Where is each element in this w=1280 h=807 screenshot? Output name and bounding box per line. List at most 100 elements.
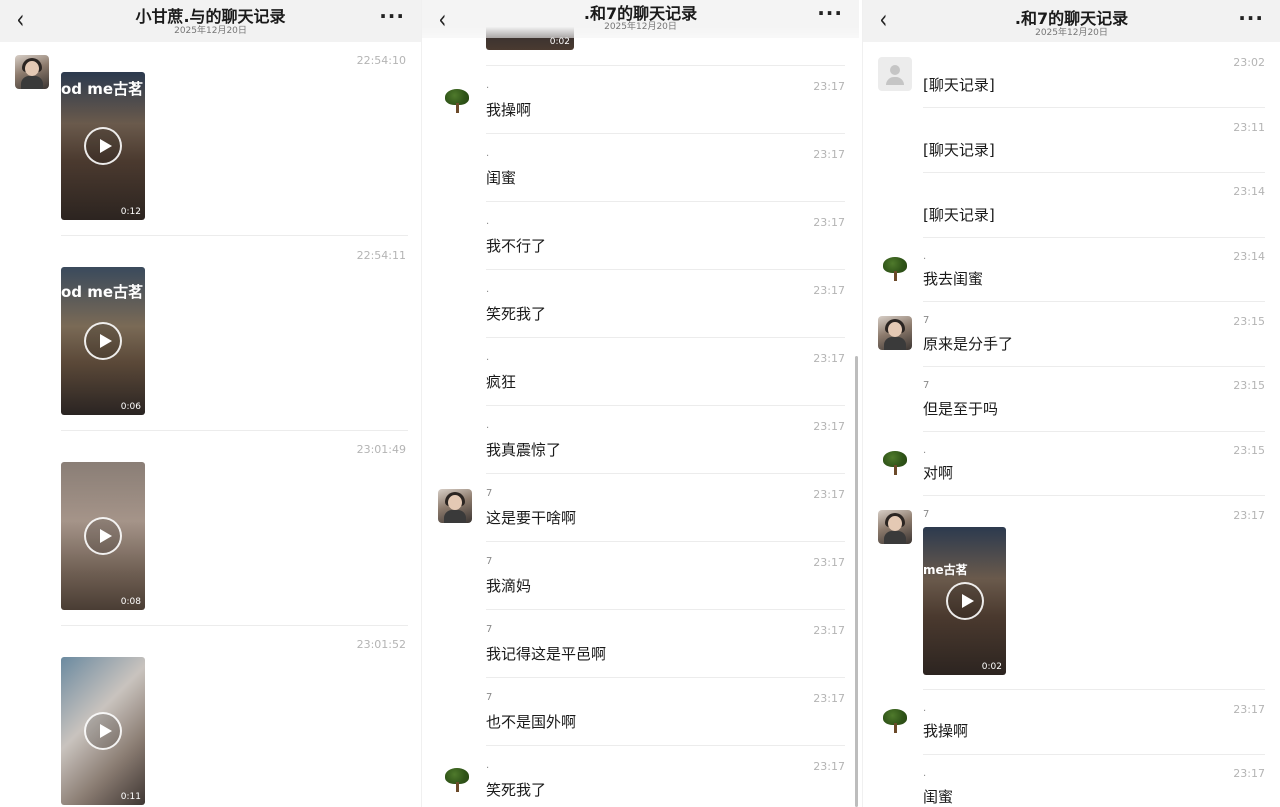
message-text: 原来是分手了 — [923, 335, 1014, 353]
video-duration: 0:11 — [120, 792, 141, 802]
sender-name: . — [923, 251, 927, 262]
avatar[interactable] — [15, 55, 49, 89]
play-icon[interactable] — [84, 322, 122, 360]
separator — [61, 235, 408, 236]
tree-avatar-icon[interactable] — [878, 252, 912, 286]
message-time: 23:15 — [1233, 444, 1265, 457]
play-icon[interactable] — [84, 517, 122, 555]
separator — [923, 237, 1265, 238]
sender-name: . — [923, 445, 927, 456]
message-text: 闺蜜 — [923, 788, 954, 806]
chat-date: 2025年12月20日 — [604, 22, 677, 32]
play-icon[interactable] — [945, 582, 984, 620]
video-message[interactable]: od me古茗 0:06 — [61, 267, 145, 415]
avatar[interactable] — [878, 510, 912, 544]
message-text: 这是要干啥啊 — [486, 509, 577, 527]
avatar[interactable] — [878, 316, 912, 350]
video-message[interactable]: od me古茗 0:12 — [61, 72, 145, 220]
tree-avatar-icon[interactable] — [878, 704, 912, 738]
separator — [923, 431, 1265, 432]
sender-name: 7 — [486, 692, 493, 703]
message-time: 23:01:52 — [356, 638, 406, 651]
shop-sign: od me古茗 — [61, 80, 144, 98]
tree-avatar-icon[interactable] — [878, 446, 912, 480]
sender-name: 7 — [923, 380, 930, 391]
message-time: 23:17 — [813, 284, 845, 297]
sender-name: . — [923, 768, 927, 779]
message-text: 我操啊 — [923, 722, 969, 740]
message-text: 我操啊 — [486, 101, 532, 119]
more-dots-icon[interactable]: ··· — [379, 4, 405, 28]
tree-avatar-icon[interactable] — [440, 763, 474, 797]
chat-header: ‹ 小甘蔗.与的聊天记录 2025年12月20日 ··· — [0, 0, 421, 42]
message-text: 笑死我了 — [486, 781, 547, 799]
sender-name: . — [486, 760, 490, 771]
video-duration: 0:08 — [120, 597, 141, 607]
sender-name: 7 — [486, 556, 493, 567]
chat-history-panel-2: 0:02 ‹ .和7的聊天记录 2025年12月20日 ··· . 23:17 … — [421, 0, 859, 807]
message-text: 对啊 — [923, 464, 954, 482]
separator — [486, 337, 845, 338]
message-text: 我不行了 — [486, 237, 547, 255]
play-icon[interactable] — [84, 712, 122, 750]
message-time: 23:17 — [813, 352, 845, 365]
separator — [923, 107, 1265, 108]
sender-name: . — [486, 80, 490, 91]
more-dots-icon[interactable]: ··· — [1238, 6, 1264, 30]
video-message[interactable]: me古茗 0:02 — [923, 527, 1006, 675]
video-message[interactable]: 0:11 — [61, 657, 145, 805]
chat-history-panel-3: ‹ .和7的聊天记录 2025年12月20日 ··· 23:02 [聊天记录] … — [862, 0, 1280, 807]
sender-name: 7 — [486, 488, 493, 499]
avatar[interactable] — [438, 489, 472, 523]
shop-sign: od me古茗 — [61, 283, 144, 301]
tree-avatar-icon[interactable] — [440, 84, 474, 118]
message-text: 笑死我了 — [486, 305, 547, 323]
message-time: 23:17 — [1233, 767, 1265, 780]
sender-name: . — [486, 284, 490, 295]
message-time: 23:14 — [1233, 250, 1265, 263]
message-time: 23:17 — [813, 760, 845, 773]
separator — [61, 625, 408, 626]
message-time: 23:17 — [813, 80, 845, 93]
play-icon[interactable] — [84, 127, 122, 165]
shop-sign: me古茗 — [923, 563, 968, 577]
separator — [486, 473, 845, 474]
video-duration: 0:12 — [120, 207, 141, 217]
message-time: 23:14 — [1233, 185, 1265, 198]
message-text: 也不是国外啊 — [486, 713, 577, 731]
message-time: 23:02 — [1233, 56, 1265, 69]
separator — [923, 172, 1265, 173]
sender-name: . — [486, 148, 490, 159]
message-time: 23:17 — [813, 692, 845, 705]
chat-record-link[interactable]: [聊天记录] — [923, 74, 995, 95]
more-dots-icon[interactable]: ··· — [817, 1, 843, 25]
chat-record-link[interactable]: [聊天记录] — [923, 139, 995, 160]
message-time: 23:17 — [813, 420, 845, 433]
sender-name: 7 — [923, 315, 930, 326]
separator — [923, 689, 1265, 690]
scrollbar[interactable] — [855, 356, 858, 807]
message-time: 23:17 — [813, 216, 845, 229]
separator — [486, 133, 845, 134]
separator — [923, 301, 1265, 302]
sender-name: 7 — [923, 509, 930, 520]
separator — [486, 269, 845, 270]
video-duration: 0:02 — [981, 662, 1002, 672]
message-time: 23:11 — [1233, 121, 1265, 134]
chat-record-link[interactable]: [聊天记录] — [923, 204, 995, 225]
message-text: 我真震惊了 — [486, 441, 562, 459]
sender-name: . — [486, 216, 490, 227]
default-avatar-icon[interactable] — [878, 57, 912, 91]
message-time: 23:15 — [1233, 315, 1265, 328]
message-text: 我滴妈 — [486, 577, 532, 595]
chat-history-panel-1: ‹ 小甘蔗.与的聊天记录 2025年12月20日 ··· 22:54:10 od… — [0, 0, 421, 807]
message-time: 23:17 — [813, 148, 845, 161]
message-time: 23:01:49 — [356, 443, 406, 456]
video-message[interactable]: 0:08 — [61, 462, 145, 610]
separator — [486, 677, 845, 678]
sender-name: 7 — [486, 624, 493, 635]
message-time: 23:17 — [813, 556, 845, 569]
chat-header: ‹ .和7的聊天记录 2025年12月20日 ··· — [863, 0, 1280, 42]
message-time: 23:17 — [813, 488, 845, 501]
separator — [486, 405, 845, 406]
